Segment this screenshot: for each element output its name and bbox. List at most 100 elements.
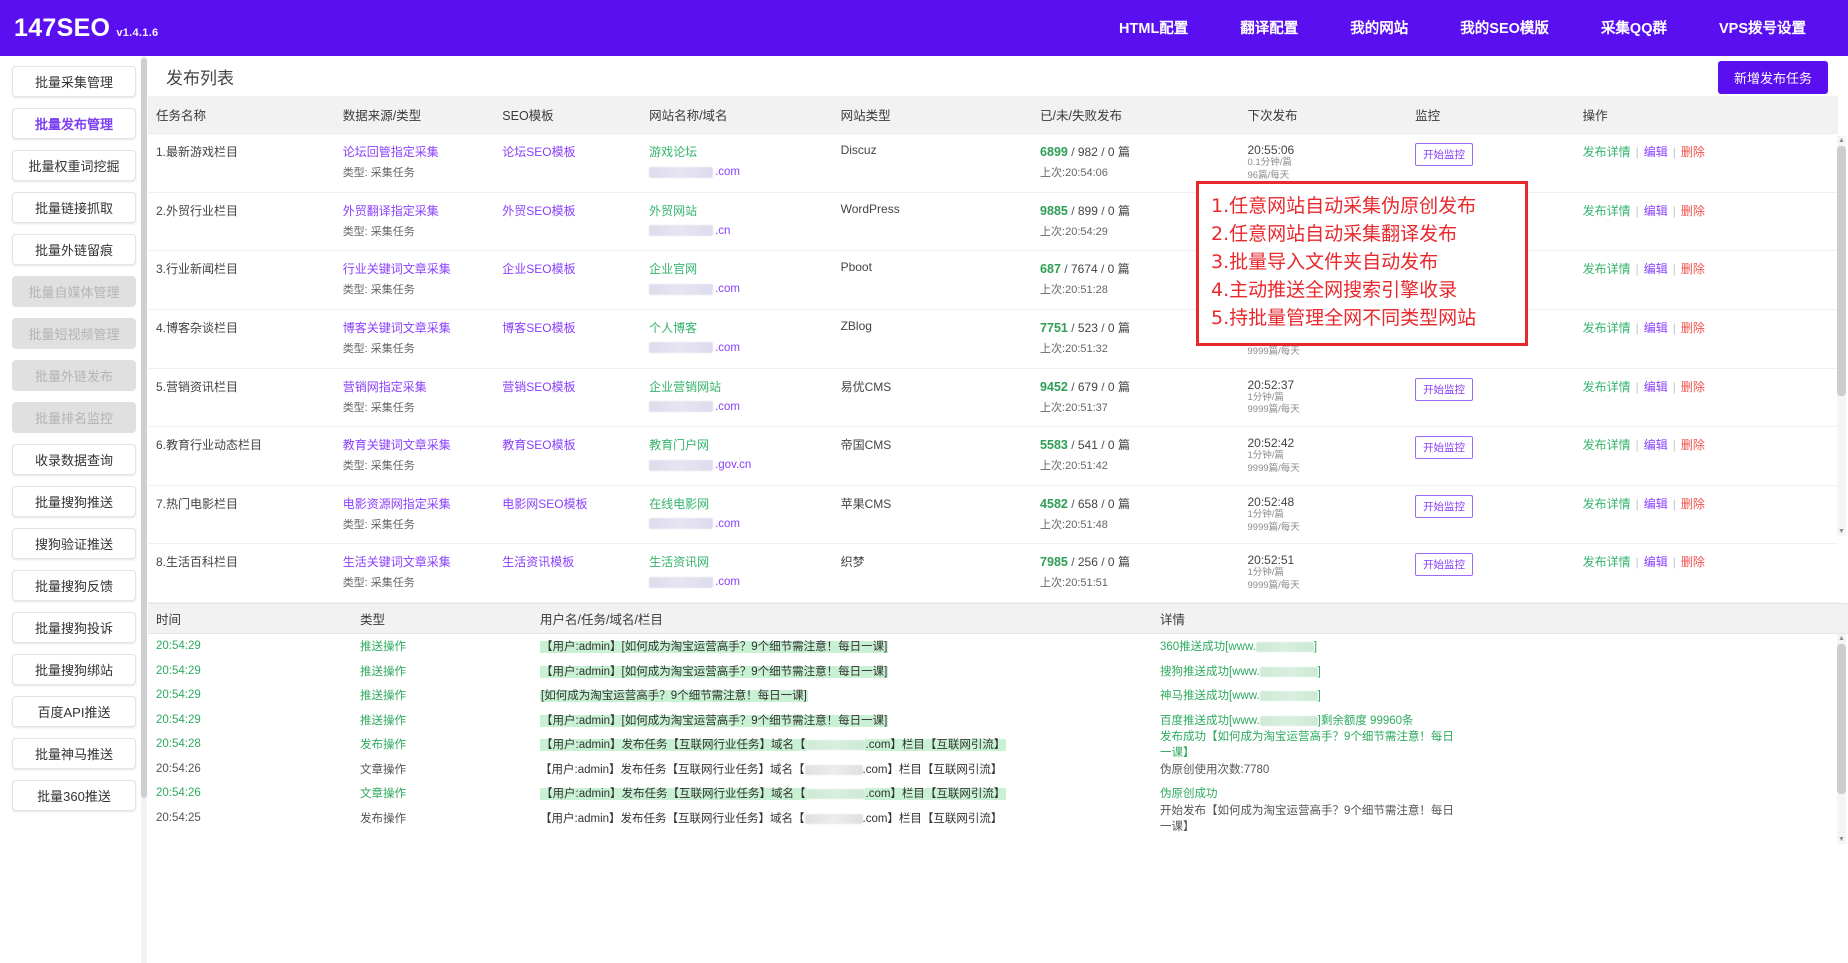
sidebar-item-14[interactable]: 批量搜狗绑站 — [12, 654, 136, 685]
delete-link[interactable]: 删除 — [1681, 555, 1705, 569]
sidebar-item-9[interactable]: 收录数据查询 — [12, 444, 136, 475]
publish-detail-link[interactable]: 发布详情 — [1583, 497, 1631, 511]
sidebar-item-10[interactable]: 批量搜狗推送 — [12, 486, 136, 517]
edit-link[interactable]: 编辑 — [1644, 204, 1668, 218]
publish-detail-link[interactable]: 发布详情 — [1583, 555, 1631, 569]
last-publish-text: 上次:20:51:48 — [1040, 516, 1241, 532]
site-name-link[interactable]: 游戏论坛 — [649, 143, 835, 160]
source-link[interactable]: 行业关键词文章采集 — [343, 260, 497, 277]
edit-link[interactable]: 编辑 — [1644, 497, 1668, 511]
publish-detail-link[interactable]: 发布详情 — [1583, 380, 1631, 394]
template-link[interactable]: 电影网SEO模板 — [502, 497, 587, 511]
scroll-up-arrow[interactable]: ▲ — [1837, 136, 1846, 145]
sidebar-item-2[interactable]: 批量权重词挖掘 — [12, 150, 136, 181]
site-name-link[interactable]: 在线电影网 — [649, 495, 835, 512]
site-name-link[interactable]: 教育门户网 — [649, 436, 835, 453]
delete-link[interactable]: 删除 — [1681, 497, 1705, 511]
source-link[interactable]: 生活关键词文章采集 — [343, 553, 497, 570]
cell-site-type: 苹果CMS — [841, 485, 1040, 544]
start-monitor-button[interactable]: 开始监控 — [1415, 495, 1473, 518]
publish-detail-link[interactable]: 发布详情 — [1583, 204, 1631, 218]
publish-table-head: 任务名称 数据来源/类型 SEO模板 网站名称/域名 网站类型 已/未/失败发布… — [148, 96, 1838, 134]
source-link[interactable]: 营销网指定采集 — [343, 378, 497, 395]
ops-separator: | — [1636, 321, 1639, 335]
template-link[interactable]: 教育SEO模板 — [502, 438, 575, 452]
start-monitor-button[interactable]: 开始监控 — [1415, 553, 1473, 576]
sidebar-item-4[interactable]: 批量外链留痕 — [12, 234, 136, 265]
start-monitor-button[interactable]: 开始监控 — [1415, 436, 1473, 459]
start-monitor-button[interactable]: 开始监控 — [1415, 378, 1473, 401]
nav-item-3[interactable]: 我的SEO模版 — [1434, 9, 1575, 48]
edit-link[interactable]: 编辑 — [1644, 438, 1668, 452]
site-name-link[interactable]: 生活资讯网 — [649, 553, 835, 570]
source-link[interactable]: 博客关键词文章采集 — [343, 319, 497, 336]
delete-link[interactable]: 删除 — [1681, 145, 1705, 159]
log-scrollbar-thumb[interactable] — [1837, 644, 1846, 794]
delete-link[interactable]: 删除 — [1681, 321, 1705, 335]
site-name-link[interactable]: 企业官网 — [649, 260, 835, 277]
brand-logo[interactable]: 147SEO v1.4.1.6 — [14, 14, 158, 43]
publish-detail-link[interactable]: 发布详情 — [1583, 262, 1631, 276]
template-link[interactable]: 博客SEO模板 — [502, 321, 575, 335]
sidebar-item-16[interactable]: 批量神马推送 — [12, 738, 136, 769]
delete-link[interactable]: 删除 — [1681, 380, 1705, 394]
template-link[interactable]: 企业SEO模板 — [502, 262, 575, 276]
source-link[interactable]: 外贸翻译指定采集 — [343, 202, 497, 219]
sidebar-item-1[interactable]: 批量发布管理 — [12, 108, 136, 139]
sidebar-item-15[interactable]: 百度API推送 — [12, 696, 136, 727]
new-publish-task-button[interactable]: 新增发布任务 — [1718, 61, 1828, 94]
nav-item-1[interactable]: 翻译配置 — [1214, 9, 1324, 48]
delete-link[interactable]: 删除 — [1681, 262, 1705, 276]
log-kind: 发布操作 — [360, 810, 540, 826]
annotation-line-0: 1.任意网站自动采集伪原创发布 — [1211, 192, 1515, 220]
template-link[interactable]: 外贸SEO模板 — [502, 204, 575, 218]
source-link[interactable]: 论坛回管指定采集 — [343, 143, 497, 160]
nav-item-4[interactable]: 采集QQ群 — [1575, 9, 1693, 48]
delete-link[interactable]: 删除 — [1681, 438, 1705, 452]
template-link[interactable]: 论坛SEO模板 — [502, 145, 575, 159]
edit-link[interactable]: 编辑 — [1644, 321, 1668, 335]
edit-link[interactable]: 编辑 — [1644, 555, 1668, 569]
th-seo-template: SEO模板 — [502, 96, 649, 134]
annotation-line-4: 5.持批量管理全网不同类型网站 — [1211, 304, 1515, 332]
cell-site: 企业营销网站.com — [649, 368, 841, 427]
publish-table-header-row: 任务名称 数据来源/类型 SEO模板 网站名称/域名 网站类型 已/未/失败发布… — [148, 96, 1838, 134]
sidebar-item-17[interactable]: 批量360推送 — [12, 780, 136, 811]
template-link[interactable]: 营销SEO模板 — [502, 380, 575, 394]
log-scrollbar[interactable]: ▲ ▼ — [1837, 634, 1846, 844]
table-scrollbar[interactable]: ▲ ▼ — [1837, 136, 1846, 536]
sidebar-item-12[interactable]: 批量搜狗反馈 — [12, 570, 136, 601]
sidebar-item-0[interactable]: 批量采集管理 — [12, 66, 136, 97]
log-kind: 推送操作 — [360, 687, 540, 703]
sidebar-scrollbar[interactable] — [141, 56, 147, 963]
publish-detail-link[interactable]: 发布详情 — [1583, 321, 1631, 335]
edit-link[interactable]: 编辑 — [1644, 145, 1668, 159]
start-monitor-button[interactable]: 开始监控 — [1415, 143, 1473, 166]
sidebar-item-13[interactable]: 批量搜狗投诉 — [12, 612, 136, 643]
sidebar-item-3[interactable]: 批量链接抓取 — [12, 192, 136, 223]
nav-item-2[interactable]: 我的网站 — [1324, 9, 1434, 48]
edit-link[interactable]: 编辑 — [1644, 380, 1668, 394]
log-target: [如何成为淘宝运营高手？9个细节需注意！每日一课] — [540, 687, 1160, 703]
site-name-link[interactable]: 个人博客 — [649, 319, 835, 336]
template-link[interactable]: 生活资讯模板 — [502, 555, 574, 569]
site-name-link[interactable]: 企业营销网站 — [649, 378, 835, 395]
nav-item-5[interactable]: VPS拨号设置 — [1693, 9, 1832, 48]
source-link[interactable]: 电影资源网指定采集 — [343, 495, 497, 512]
log-scroll-down-arrow[interactable]: ▼ — [1837, 835, 1846, 844]
delete-link[interactable]: 删除 — [1681, 204, 1705, 218]
scroll-down-arrow[interactable]: ▼ — [1837, 527, 1846, 536]
source-link[interactable]: 教育关键词文章采集 — [343, 436, 497, 453]
publish-detail-link[interactable]: 发布详情 — [1583, 145, 1631, 159]
edit-link[interactable]: 编辑 — [1644, 262, 1668, 276]
nav-item-0[interactable]: HTML配置 — [1093, 9, 1214, 48]
sidebar-scrollbar-thumb[interactable] — [141, 58, 147, 798]
log-kind: 发布操作 — [360, 736, 540, 752]
table-scrollbar-thumb[interactable] — [1837, 146, 1846, 396]
cell-site: 企业官网.com — [649, 251, 841, 310]
log-row: 20:54:29推送操作[如何成为淘宝运营高手？9个细节需注意！每日一课]神马推… — [148, 683, 1848, 708]
log-scroll-up-arrow[interactable]: ▲ — [1837, 634, 1846, 643]
site-name-link[interactable]: 外贸网站 — [649, 202, 835, 219]
sidebar-item-11[interactable]: 搜狗验证推送 — [12, 528, 136, 559]
publish-detail-link[interactable]: 发布详情 — [1583, 438, 1631, 452]
